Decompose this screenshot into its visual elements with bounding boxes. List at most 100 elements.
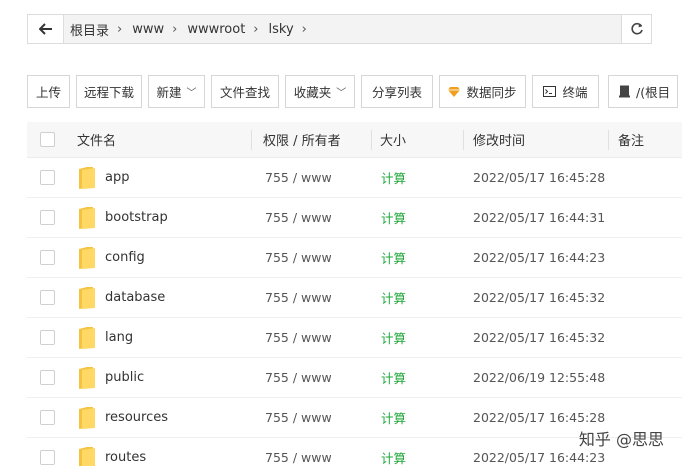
terminal-label: 终端 — [562, 85, 588, 100]
favorites-button[interactable]: 收藏夹 ﹀ — [285, 75, 355, 108]
folder-icon — [79, 326, 95, 349]
chevron-right-icon: › — [301, 21, 307, 37]
file-name[interactable]: app — [105, 170, 129, 185]
header-name[interactable]: 文件名 — [67, 122, 251, 157]
table-row[interactable]: bootstrap 755 / www 计算 2022/05/17 16:44:… — [27, 198, 682, 238]
file-mtime: 2022/05/17 16:44:31 — [473, 210, 606, 225]
file-perm[interactable]: 755 / www — [263, 170, 332, 185]
row-checkbox[interactable] — [39, 250, 55, 265]
file-name[interactable]: database — [105, 290, 165, 305]
chevron-right-icon: › — [172, 21, 178, 37]
data-sync-button[interactable]: 数据同步 — [439, 75, 526, 108]
calc-size-link[interactable]: 计算 — [380, 408, 406, 427]
calc-size-link[interactable]: 计算 — [380, 368, 406, 387]
refresh-icon — [630, 22, 643, 35]
file-note[interactable] — [608, 358, 682, 397]
calc-size-link[interactable]: 计算 — [380, 208, 406, 227]
refresh-button[interactable] — [621, 15, 651, 43]
terminal-icon — [543, 86, 557, 97]
file-perm[interactable]: 755 / www — [263, 410, 332, 425]
folder-icon — [79, 166, 95, 189]
header-time[interactable]: 修改时间 — [463, 122, 608, 157]
new-label: 新建 — [156, 85, 182, 100]
chevron-right-icon: › — [117, 21, 123, 37]
file-table: 文件名 权限 / 所有者 大小 修改时间 备注 app 755 / www 计算… — [27, 122, 682, 466]
file-mtime: 2022/05/17 16:45:32 — [473, 330, 606, 345]
calc-size-link[interactable]: 计算 — [380, 448, 406, 466]
row-checkbox[interactable] — [39, 290, 55, 305]
breadcrumb-item-wwwroot[interactable]: wwwroot › — [187, 22, 268, 37]
file-search-button[interactable]: 文件查找 — [211, 75, 279, 108]
favorites-label: 收藏夹 — [293, 85, 332, 100]
file-name[interactable]: public — [105, 370, 144, 385]
file-note[interactable] — [608, 158, 682, 197]
file-perm[interactable]: 755 / www — [263, 290, 332, 305]
file-note[interactable] — [608, 198, 682, 237]
file-name[interactable]: bootstrap — [105, 210, 168, 225]
row-checkbox[interactable] — [39, 410, 55, 425]
header-note: 备注 — [608, 122, 682, 157]
file-mtime: 2022/05/17 16:45:28 — [473, 170, 606, 185]
upload-button[interactable]: 上传 — [27, 75, 70, 108]
file-name[interactable]: config — [105, 250, 145, 265]
header-note-label: 备注 — [618, 134, 645, 149]
new-button[interactable]: 新建 ﹀ — [148, 75, 205, 108]
remote-download-button[interactable]: 远程下载 — [76, 75, 142, 108]
file-mtime: 2022/06/19 12:55:48 — [473, 370, 606, 385]
select-all-cell — [27, 122, 67, 157]
table-row[interactable]: lang 755 / www 计算 2022/05/17 16:45:32 — [27, 318, 682, 358]
file-name[interactable]: routes — [105, 450, 146, 465]
breadcrumb-label: 根目录 — [70, 23, 110, 39]
folder-icon — [79, 366, 95, 389]
share-list-button[interactable]: 分享列表 — [361, 75, 433, 108]
header-size-label: 大小 — [380, 134, 407, 149]
breadcrumb-item-lsky[interactable]: lsky › — [269, 22, 317, 37]
row-checkbox[interactable] — [39, 370, 55, 385]
chevron-down-icon: ﹀ — [186, 88, 197, 99]
file-perm[interactable]: 755 / www — [263, 370, 332, 385]
file-note[interactable] — [608, 318, 682, 357]
back-button[interactable] — [28, 15, 64, 43]
file-note[interactable] — [608, 238, 682, 277]
upload-label: 上传 — [35, 85, 61, 100]
breadcrumb-item-root[interactable]: 根目录 › — [70, 20, 132, 39]
calc-size-link[interactable]: 计算 — [380, 168, 406, 187]
header-size[interactable]: 大小 — [371, 122, 463, 157]
diamond-icon — [448, 86, 461, 97]
calc-size-link[interactable]: 计算 — [380, 248, 406, 267]
data-sync-label: 数据同步 — [466, 85, 517, 100]
table-row[interactable]: config 755 / www 计算 2022/05/17 16:44:23 — [27, 238, 682, 278]
file-name[interactable]: resources — [105, 410, 168, 425]
disk-label: /(根目 — [636, 85, 671, 100]
breadcrumb-item-www[interactable]: www › — [132, 22, 187, 37]
file-name[interactable]: lang — [105, 330, 133, 345]
file-mtime: 2022/05/17 16:45:28 — [473, 410, 606, 425]
table-row[interactable]: public 755 / www 计算 2022/06/19 12:55:48 — [27, 358, 682, 398]
file-note[interactable] — [608, 278, 682, 317]
row-checkbox[interactable] — [39, 170, 55, 185]
calc-size-link[interactable]: 计算 — [380, 288, 406, 307]
breadcrumb-label: wwwroot — [187, 21, 246, 37]
row-checkbox[interactable] — [39, 450, 55, 465]
file-search-label: 文件查找 — [219, 85, 270, 100]
table-row[interactable]: app 755 / www 计算 2022/05/17 16:45:28 — [27, 158, 682, 198]
file-perm[interactable]: 755 / www — [263, 210, 332, 225]
arrow-left-icon — [38, 23, 52, 35]
header-perm[interactable]: 权限 / 所有者 — [251, 122, 371, 157]
disk-icon — [619, 85, 630, 98]
terminal-button[interactable]: 终端 — [532, 75, 599, 108]
table-row[interactable]: database 755 / www 计算 2022/05/17 16:45:3… — [27, 278, 682, 318]
header-perm-label: 权限 / 所有者 — [263, 134, 341, 149]
file-perm[interactable]: 755 / www — [263, 250, 332, 265]
disk-button[interactable]: /(根目 — [608, 75, 678, 108]
file-perm[interactable]: 755 / www — [263, 330, 332, 345]
file-mtime: 2022/05/17 16:44:23 — [473, 250, 606, 265]
select-all-checkbox[interactable] — [39, 132, 55, 147]
row-checkbox[interactable] — [39, 210, 55, 225]
row-checkbox[interactable] — [39, 330, 55, 345]
calc-size-link[interactable]: 计算 — [380, 328, 406, 347]
toolbar: 上传 远程下载 新建 ﹀ 文件查找 收藏夹 ﹀ 分享列表 数据同步 终端 /(根… — [27, 75, 678, 108]
chevron-right-icon: › — [253, 21, 259, 37]
file-perm[interactable]: 755 / www — [263, 450, 332, 465]
folder-icon — [79, 406, 95, 429]
